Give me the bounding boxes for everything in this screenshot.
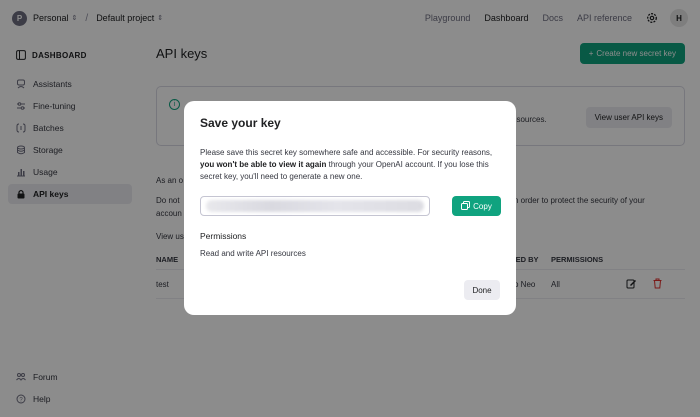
dialog-description: Please save this secret key somewhere sa… bbox=[200, 147, 500, 183]
done-button[interactable]: Done bbox=[464, 280, 500, 300]
copy-button-label: Copy bbox=[473, 201, 492, 211]
copy-button[interactable]: Copy bbox=[452, 196, 501, 216]
copy-icon bbox=[461, 200, 471, 212]
save-key-dialog: Save your key Please save this secret ke… bbox=[184, 101, 516, 315]
desc-text: Please save this secret key somewhere sa… bbox=[200, 148, 493, 157]
permissions-heading: Permissions bbox=[200, 231, 247, 241]
desc-bold-text: you won't be able to view it again bbox=[200, 160, 327, 169]
secret-key-field[interactable] bbox=[200, 196, 430, 216]
secret-key-value-blurred bbox=[206, 200, 424, 212]
permissions-value: Read and write API resources bbox=[200, 249, 306, 258]
dialog-title: Save your key bbox=[200, 116, 281, 130]
